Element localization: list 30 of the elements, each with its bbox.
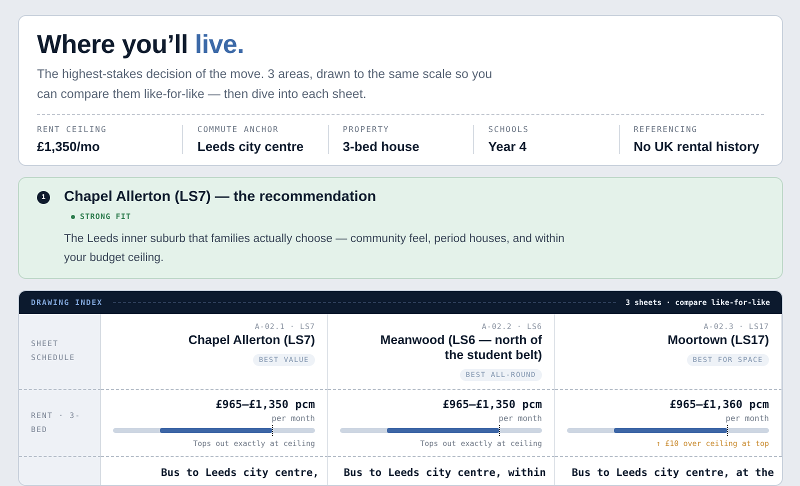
rent-range: £965–£1,350 pcm [216,398,315,410]
fact-value: Leeds city centre [197,139,305,154]
fact-label: COMMUTE ANCHOR [197,125,280,134]
recommendation-text: The Leeds inner suburb that families actually choose — community feel, period houses, and within your budget ceiling. [64,232,566,266]
ceiling-marker [498,424,500,436]
rent-period: per month [498,414,542,422]
fact-label: REFERENCING [634,125,699,134]
commute-text: Bus to Leeds city centre, within [344,466,546,478]
rent-period: per month [726,414,769,422]
page-title: Where you’ll live. [37,28,245,60]
ceiling-marker [727,424,728,436]
fact-label: SCHOOLS [488,125,530,134]
commute-text: Bus to Leeds city centre, [160,466,319,478]
recommendation-title: Chapel Allerton (LS7) — the recommendation [64,189,376,205]
fact-value: 3-bed house [342,139,420,154]
intro-text: The highest-stakes decision of the move. 3 areas, drawn to the same scale so you can compare them like-for-like — then dive into each sheet. [37,66,494,103]
fact-value: Year 4 [488,139,528,154]
rent-range: £965–£1,360 pcm [670,398,769,410]
fact-value: £1,350/mo [37,139,101,154]
commute-text: Bus to Leeds city centre, at the [572,466,774,478]
status-dot [71,214,75,218]
fact-label: RENT CEILING [37,125,108,134]
rent-range: £965–£1,350 pcm [442,398,542,410]
sheet-title: Meanwood (LS6 — north of the student belt) [379,332,542,362]
sheet-title: Moortown (LS17) [668,332,769,348]
ceiling-marker [272,424,273,436]
fact-value: No UK rental history [634,139,760,154]
fact-label: PROPERTY [342,125,390,134]
rent-period: per month [272,414,315,422]
sheet-title: Chapel Allerton (LS7) [188,332,315,348]
